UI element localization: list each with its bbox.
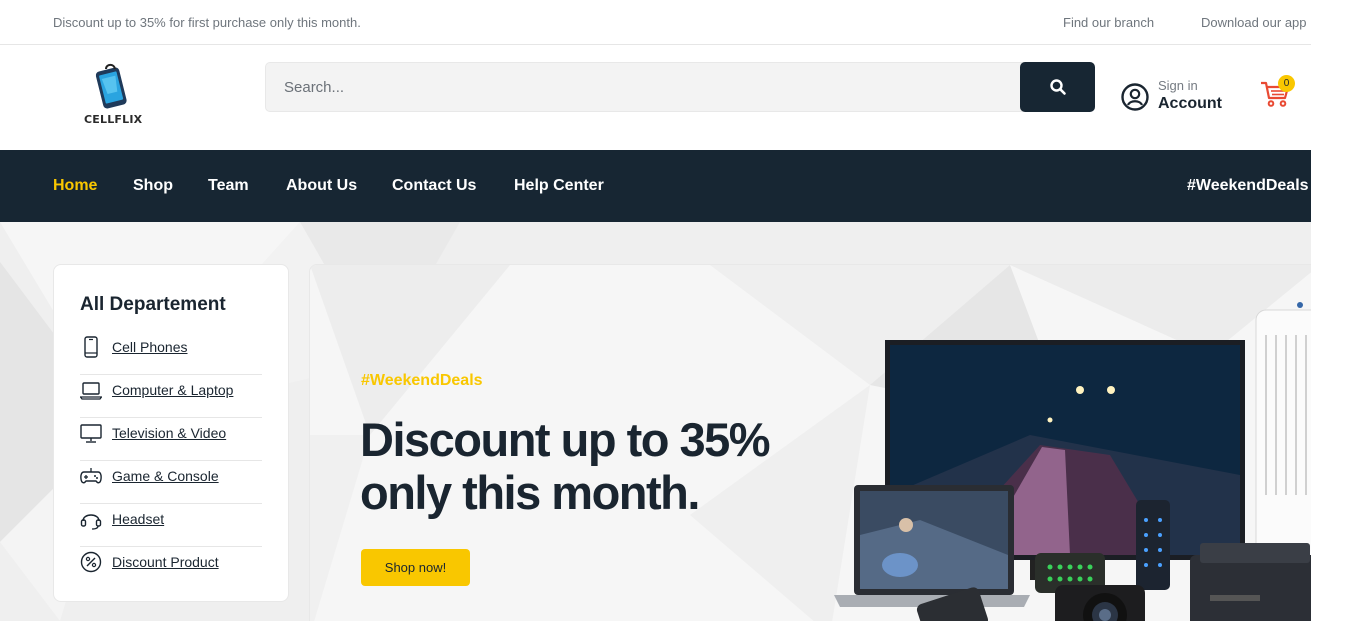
- gamepad-icon: [80, 468, 102, 484]
- logo-text: CELLFLIX: [84, 113, 143, 126]
- department-item-discount-product[interactable]: Discount Product: [80, 548, 262, 590]
- tv-icon: [80, 424, 102, 443]
- top-bar: Discount up to 35% for first purchase on…: [0, 0, 1311, 45]
- nav-team[interactable]: Team: [208, 177, 249, 195]
- nav-contact-us[interactable]: Contact Us: [392, 177, 476, 195]
- department-label: Discount Product: [112, 554, 219, 570]
- account-label: Account: [1158, 95, 1222, 112]
- search-icon: [1049, 79, 1066, 95]
- logo[interactable]: CELLFLIX: [80, 63, 143, 129]
- department-title: All Departement: [80, 294, 226, 315]
- discount-icon: [80, 551, 102, 573]
- nav-shop[interactable]: Shop: [133, 177, 173, 195]
- hero-products-image: [834, 302, 1311, 621]
- department-item-game-console[interactable]: Game & Console: [80, 462, 262, 504]
- header: CELLFLIX Sign in Account: [0, 45, 1311, 150]
- cart-button[interactable]: 0: [1258, 75, 1298, 115]
- download-app-link[interactable]: Download our app: [1201, 15, 1307, 30]
- logo-phone-icon: [95, 63, 127, 109]
- department-label: Television & Video: [112, 425, 227, 441]
- hero-tag: #WeekendDeals: [361, 372, 483, 389]
- weekend-deals-link[interactable]: #WeekendDeals: [1187, 177, 1309, 195]
- search-button[interactable]: [1020, 62, 1095, 112]
- search-input[interactable]: [265, 62, 1025, 112]
- department-item-computer-laptop[interactable]: Computer & Laptop: [80, 376, 262, 418]
- department-label: Computer & Laptop: [112, 382, 234, 398]
- account-link[interactable]: Sign in Account: [1120, 77, 1230, 117]
- page: Discount up to 35% for first purchase on…: [0, 0, 1311, 621]
- laptop-icon: [80, 382, 102, 400]
- department-item-cell-phones[interactable]: Cell Phones: [80, 333, 262, 375]
- sign-in-label: Sign in: [1158, 78, 1198, 93]
- shop-now-button[interactable]: Shop now!: [361, 549, 470, 586]
- search-bar: [265, 62, 1095, 112]
- department-label: Cell Phones: [112, 339, 188, 355]
- hero-headline: Discount up to 35% only this month.: [360, 413, 771, 519]
- department-item-headset[interactable]: Headset: [80, 505, 262, 547]
- department-item-television-video[interactable]: Television & Video: [80, 419, 262, 461]
- phone-icon: [84, 336, 98, 358]
- nav-home[interactable]: Home: [53, 177, 97, 195]
- main-nav: Home Shop Team About Us Contact Us Help …: [0, 150, 1311, 222]
- headset-icon: [80, 514, 102, 530]
- department-sidebar: All Departement Cell Phones Computer & L…: [53, 264, 289, 602]
- cart-count-badge: 0: [1278, 75, 1295, 92]
- department-label: Game & Console: [112, 468, 219, 484]
- department-label: Headset: [112, 511, 165, 527]
- promo-text: Discount up to 35% for first purchase on…: [53, 15, 361, 30]
- hero-banner: #WeekendDeals Discount up to 35% only th…: [309, 264, 1311, 621]
- find-branch-link[interactable]: Find our branch: [1063, 15, 1154, 30]
- user-icon: [1121, 83, 1149, 111]
- nav-about-us[interactable]: About Us: [286, 177, 357, 195]
- nav-help-center[interactable]: Help Center: [514, 177, 604, 195]
